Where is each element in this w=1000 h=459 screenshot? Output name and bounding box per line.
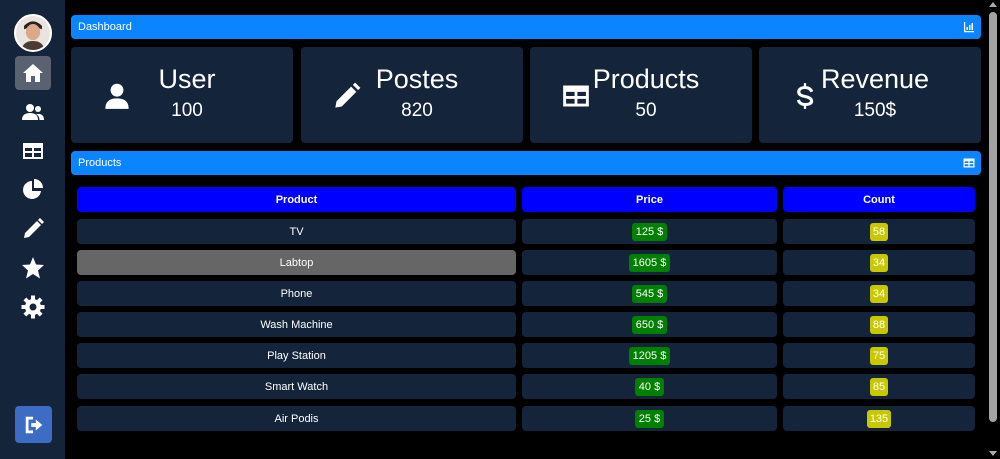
avatar[interactable] [14,14,52,52]
price-badge: 650 $ [631,315,668,334]
table-row-price-cell[interactable]: 1605 $ [522,250,777,275]
count-badge: 34 [869,284,889,303]
gear-icon [21,295,45,319]
sidebar-item-home[interactable] [15,56,51,90]
sidebar-item-favorites[interactable] [15,251,51,285]
column-header-count[interactable]: Count [783,187,975,212]
stat-card-revenue: Revenue 150$ [759,47,981,143]
table-row-price-cell[interactable]: 125 $ [522,219,777,244]
price-badge: 40 $ [634,377,665,396]
price-badge: 1605 $ [628,253,671,272]
logout-button[interactable] [15,406,52,443]
products-title: Products [78,157,122,169]
stat-card-posts: Postes 820 [301,47,523,143]
count-badge: 75 [869,346,889,365]
stat-card-value: 50 [635,100,657,121]
table-row-count-cell[interactable]: 34 [783,281,975,306]
table-row-product-cell[interactable]: Wash Machine [77,312,516,337]
dashboard-title: Dashboard [78,21,132,33]
price-badge: 1205 $ [628,346,671,365]
sidebar-item-settings[interactable] [15,290,51,324]
table-row-count-cell[interactable]: 85 [783,374,975,399]
table-icon [23,143,43,159]
dashboard-header: Dashboard [71,15,981,39]
scroll-down-arrow[interactable] [989,451,997,456]
table-row-product-cell[interactable]: Air Podis [77,406,516,431]
stat-card-users: User 100 [71,47,293,143]
table-row-price-cell[interactable]: 1205 $ [522,343,777,368]
table-row-product-cell[interactable]: Labtop [77,250,516,275]
stat-card-title: Products [592,64,700,94]
scroll-up-arrow[interactable] [989,2,997,7]
stat-card-title: User [158,64,216,94]
price-badge: 125 $ [631,222,668,241]
stat-card-title: Revenue [820,64,930,94]
stat-card-value: 150$ [853,100,897,121]
count-badge: 135 [866,409,892,428]
logout-icon [25,416,42,433]
sidebar [0,0,65,459]
table-row-product-cell[interactable]: TV [77,219,516,244]
table-row-product-cell[interactable]: Play Station [77,343,516,368]
table-row-price-cell[interactable]: 25 $ [522,406,777,431]
sidebar-item-posts[interactable] [15,212,51,246]
count-badge: 85 [869,377,889,396]
count-badge: 88 [869,315,889,334]
vertical-scrollbar[interactable] [986,0,1000,459]
table-row-product-cell[interactable]: Smart Watch [77,374,516,399]
column-header-price[interactable]: Price [522,187,777,212]
table-row-product-cell[interactable]: Phone [77,281,516,306]
stat-card-value: 820 [401,100,433,121]
star-icon [22,257,44,279]
column-header-product[interactable]: Product [77,187,516,212]
pencil-icon [24,218,44,238]
stat-card-products: Products 50 [530,47,752,143]
stat-card-value: 100 [171,100,203,121]
table-row-count-cell[interactable]: 135 [783,406,975,431]
sidebar-item-tables[interactable] [15,134,51,168]
table-row-price-cell[interactable]: 40 $ [522,374,777,399]
scroll-thumb[interactable] [989,12,997,422]
table-row-price-cell[interactable]: 650 $ [522,312,777,337]
price-badge: 545 $ [631,284,668,303]
table-row-count-cell[interactable]: 58 [783,219,975,244]
count-badge: 58 [869,222,889,241]
home-icon [23,64,43,82]
chart-bar-icon [964,22,974,33]
price-badge: 25 $ [634,409,665,428]
sidebar-item-reports[interactable] [15,173,51,207]
table-row-count-cell[interactable]: 34 [783,250,975,275]
chart-pie-icon [23,179,43,199]
users-icon [22,104,44,120]
stat-card-title: Postes [375,64,459,94]
table-row-count-cell[interactable]: 88 [783,312,975,337]
count-badge: 34 [869,253,889,272]
table-icon [963,158,975,168]
products-header: Products [71,151,981,175]
sidebar-item-users[interactable] [15,95,51,129]
table-row-price-cell[interactable]: 545 $ [522,281,777,306]
table-row-count-cell[interactable]: 75 [783,343,975,368]
